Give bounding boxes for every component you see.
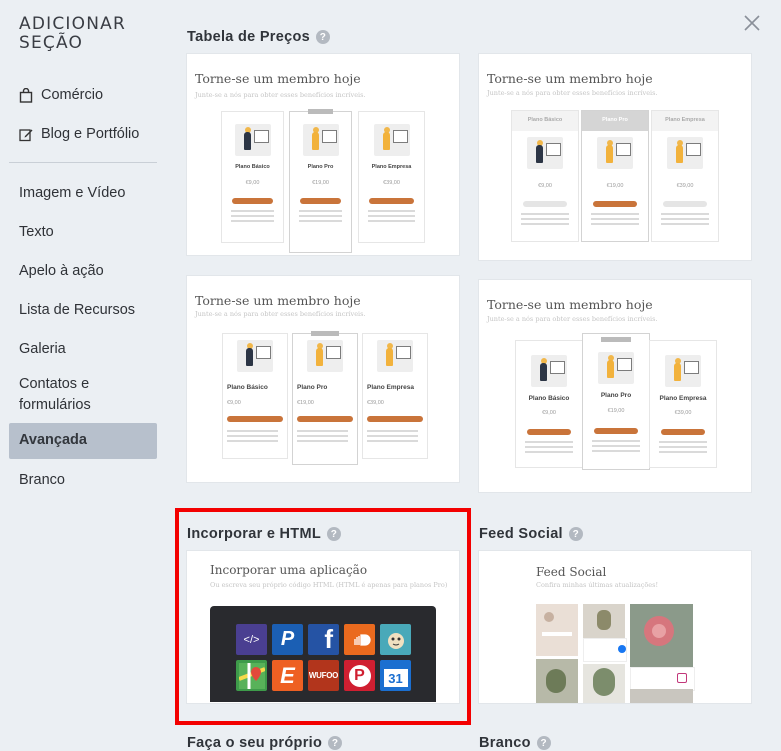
feed-photo bbox=[583, 664, 625, 703]
close-icon[interactable] bbox=[742, 13, 762, 33]
select-button bbox=[299, 198, 342, 204]
sidebar-item-blank[interactable]: Branco bbox=[19, 470, 159, 491]
plan-basic: Plano Básico €9,00 bbox=[221, 111, 284, 243]
feed-photo bbox=[630, 689, 693, 703]
social-preview-title: Feed Social bbox=[536, 565, 607, 579]
sidebar-item-label: Blog e Portfólio bbox=[41, 126, 140, 142]
section-heading-pricing: Tabela de Preços ? bbox=[187, 29, 331, 45]
sidebar-item-advanced[interactable]: Avançada bbox=[9, 423, 157, 459]
social-preview-subtitle: Confira minhas últimas atualizações! bbox=[536, 581, 659, 589]
help-icon[interactable]: ? bbox=[316, 30, 331, 44]
feed-photo bbox=[630, 604, 693, 667]
selection-highlight bbox=[175, 508, 471, 725]
sidebar-item-label: Avançada bbox=[19, 432, 87, 448]
select-button bbox=[231, 198, 274, 204]
pricing-template-1[interactable]: Torne-se um membro hoje Junte-se a nós p… bbox=[187, 54, 459, 255]
sidebar-item-text[interactable]: Texto bbox=[19, 222, 159, 243]
facebook-icon bbox=[618, 645, 626, 653]
sidebar-item-cta[interactable]: Apelo à ação bbox=[19, 261, 159, 282]
help-icon[interactable]: ? bbox=[536, 736, 551, 750]
sidebar-item-contacts[interactable]: Contatos e formulários bbox=[19, 374, 159, 416]
select-button bbox=[369, 198, 414, 204]
plan-pro: Plano Pro €19,00 bbox=[289, 109, 352, 253]
sidebar-item-gallery[interactable]: Galeria bbox=[19, 339, 159, 360]
sidebar-item-blog[interactable]: Blog e Portfólio bbox=[19, 126, 139, 142]
panel-title: ADICIONAR SEÇÃO bbox=[19, 14, 126, 53]
sidebar-item-label: Comércio bbox=[41, 87, 104, 103]
feed-photo bbox=[536, 604, 578, 656]
section-heading-own: Faça o seu próprio ? bbox=[187, 735, 343, 751]
pricing-template-3[interactable]: Torne-se um membro hoje Junte-se a nós p… bbox=[187, 276, 459, 482]
plan-business: Plano Empresa €39,00 bbox=[358, 111, 425, 243]
feed-photo bbox=[583, 604, 625, 638]
sidebar-item-features[interactable]: Lista de Recursos bbox=[19, 300, 159, 321]
help-icon[interactable]: ? bbox=[328, 736, 343, 750]
pricing-template-2[interactable]: Torne-se um membro hoje Junte-se a nós p… bbox=[479, 54, 751, 260]
section-heading-blank: Branco ? bbox=[479, 735, 551, 751]
pricing-template-4[interactable]: Torne-se um membro hoje Junte-se a nós p… bbox=[479, 280, 751, 492]
help-icon[interactable]: ? bbox=[568, 527, 583, 541]
feed-photo bbox=[536, 659, 578, 703]
shopping-bag-icon bbox=[19, 87, 33, 103]
edit-icon bbox=[19, 128, 33, 141]
section-heading-social-feed: Feed Social ? bbox=[479, 526, 583, 542]
social-feed-template[interactable] bbox=[479, 551, 751, 703]
sidebar-item-commerce[interactable]: Comércio bbox=[19, 87, 103, 103]
instagram-icon bbox=[677, 673, 687, 683]
sidebar-item-image-video[interactable]: Imagem e Vídeo bbox=[19, 183, 159, 204]
sidebar: ADICIONAR SEÇÃO Comércio Blog e Portfóli… bbox=[0, 0, 170, 743]
sidebar-divider bbox=[9, 162, 157, 163]
